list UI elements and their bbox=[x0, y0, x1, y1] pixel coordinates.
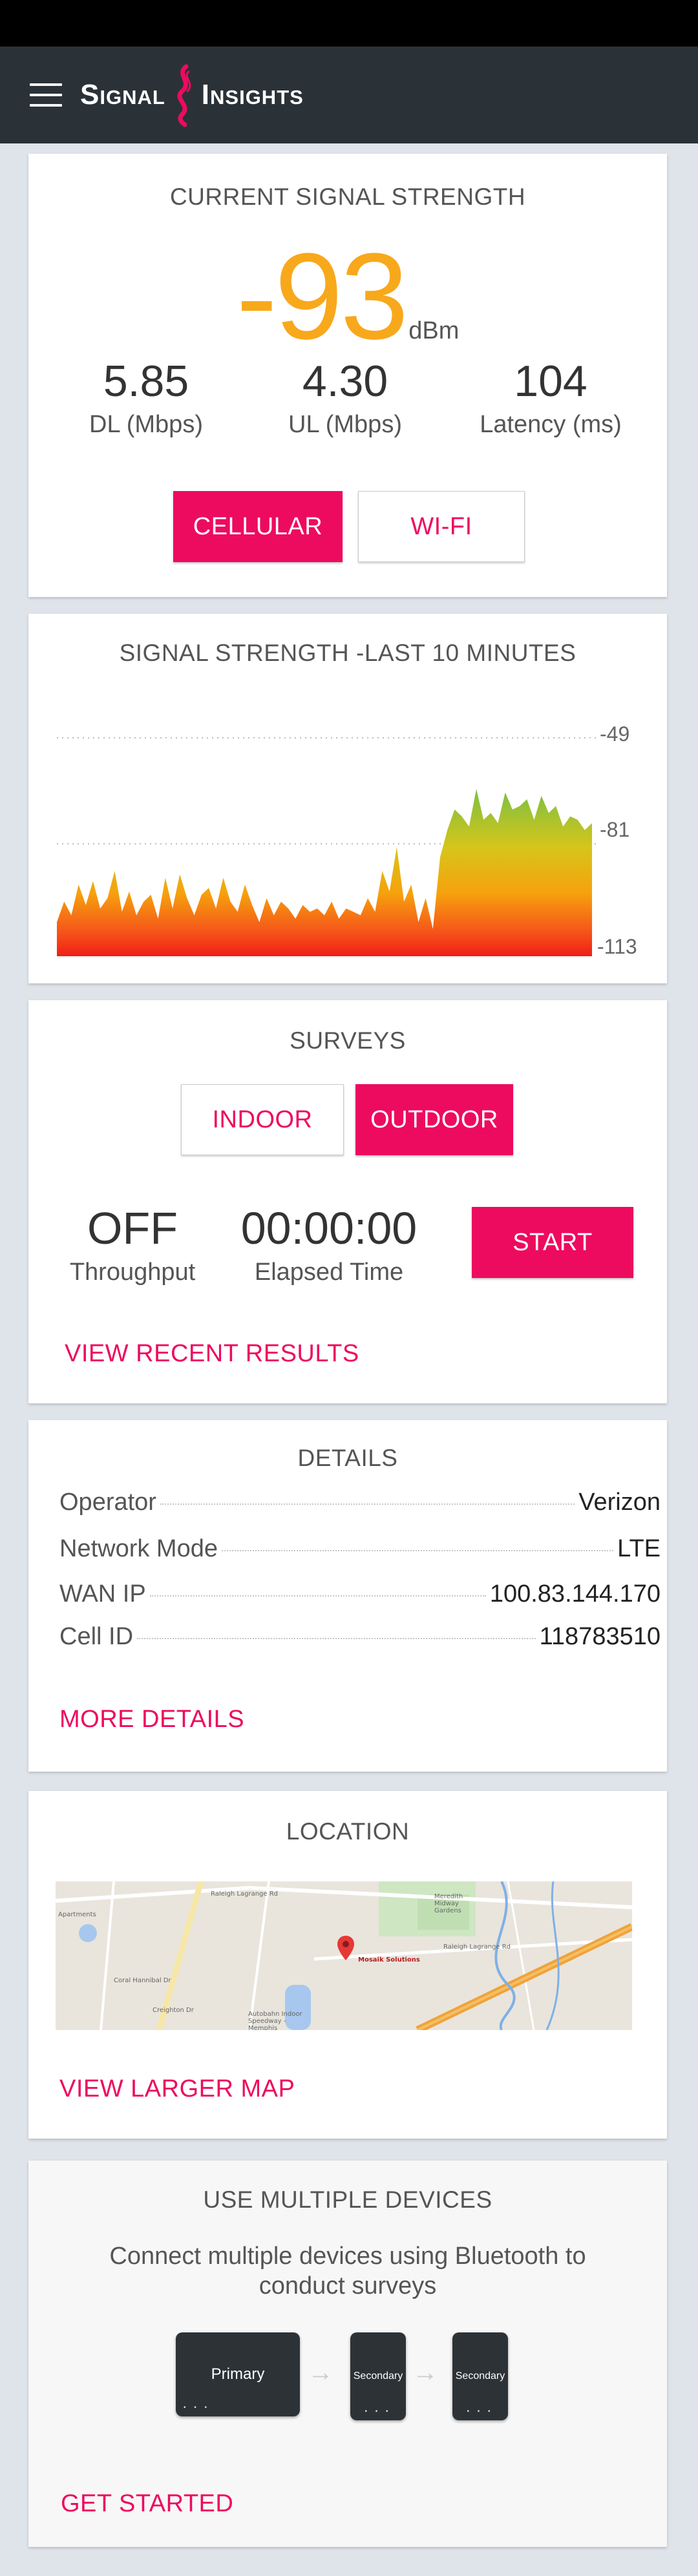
arrow-right-icon: → bbox=[412, 2358, 438, 2387]
signal-reading: -93 dBm bbox=[28, 226, 667, 367]
primary-tablet-icon: Primary • • • bbox=[176, 2332, 300, 2416]
cellular-button[interactable]: CELLULAR bbox=[173, 491, 343, 562]
details-card-title: DETAILS bbox=[297, 1445, 398, 1471]
detail-value: 118783510 bbox=[539, 1623, 661, 1650]
primary-device-label: Primary bbox=[211, 2365, 265, 2383]
detail-value: Verizon bbox=[578, 1489, 661, 1516]
latency-metric: 104 Latency (ms) bbox=[454, 359, 648, 439]
signal-value: -93 bbox=[236, 228, 409, 365]
start-survey-button[interactable]: START bbox=[472, 1207, 633, 1278]
throughput-value: OFF bbox=[87, 1203, 178, 1253]
devices-description-line-1: Connect multiple devices using Bluetooth… bbox=[109, 2243, 586, 2270]
wifi-button[interactable]: WI-FI bbox=[358, 491, 525, 562]
signal-unit: dBm bbox=[408, 317, 460, 344]
download-label: DL (Mbps) bbox=[89, 411, 203, 438]
secondary-device-label-1: Secondary bbox=[353, 2371, 403, 2382]
surveys-card: SURVEYS INDOOR OUTDOOR OFF Throughput 00… bbox=[28, 1000, 667, 1403]
detail-value: LTE bbox=[617, 1535, 661, 1562]
location-card-title: LOCATION bbox=[286, 1818, 410, 1845]
upload-label: UL (Mbps) bbox=[288, 411, 402, 438]
upload-value: 4.30 bbox=[302, 357, 388, 406]
detail-value: 100.83.144.170 bbox=[489, 1580, 661, 1607]
download-metric: 5.85 DL (Mbps) bbox=[49, 359, 243, 439]
signal-area-series bbox=[57, 789, 592, 956]
detail-row-wan-ip: WAN IP 100.83.144.170 bbox=[59, 1580, 661, 1608]
view-larger-map-link[interactable]: VIEW LARGER MAP bbox=[59, 2075, 295, 2103]
hamburger-menu-icon[interactable] bbox=[30, 83, 62, 107]
throughput-label: Throughput bbox=[69, 1259, 196, 1286]
signal-card-title: CURRENT SIGNAL STRENGTH bbox=[169, 183, 526, 210]
elapsed-time-value: 00:00:00 bbox=[240, 1203, 418, 1253]
map-label-speedway: Autobahn Indoor Speedway - Memphis bbox=[248, 2011, 302, 2030]
logo-word-signal: Signal bbox=[80, 79, 165, 110]
detail-key: Operator bbox=[59, 1489, 156, 1516]
detail-key: Network Mode bbox=[59, 1535, 218, 1562]
map-pin-icon[interactable] bbox=[337, 1936, 354, 1960]
map-label-place: Mosaik Solutions bbox=[358, 1956, 420, 1963]
map-label-street-2: Creighton Dr bbox=[153, 2007, 194, 2014]
more-details-link[interactable]: MORE DETAILS bbox=[59, 1706, 244, 1733]
multiple-devices-card: USE MULTIPLE DEVICES Connect multiple de… bbox=[28, 2161, 667, 2547]
location-map[interactable]: Mosaik Solutions Meredith Midway Gardens… bbox=[56, 1881, 632, 2030]
elapsed-time-stat: 00:00:00 Elapsed Time bbox=[226, 1206, 432, 1286]
detail-row-operator: Operator Verizon bbox=[59, 1489, 661, 1516]
detail-row-network-mode: Network Mode LTE bbox=[59, 1535, 661, 1563]
get-started-link[interactable]: GET STARTED bbox=[61, 2490, 233, 2518]
latency-value: 104 bbox=[514, 357, 587, 406]
map-label-street-1: Coral Hannibal Dr bbox=[114, 1977, 171, 1984]
view-recent-results-link[interactable]: VIEW RECENT RESULTS bbox=[65, 1340, 359, 1368]
map-label-road-2: Raleigh Lagrange Rd bbox=[443, 1943, 511, 1951]
detail-key: WAN IP bbox=[59, 1580, 146, 1607]
secondary-device-label-2: Secondary bbox=[455, 2371, 505, 2382]
status-bar bbox=[0, 0, 698, 47]
signal-history-card: SIGNAL STRENGTH -LAST 10 MINUTES -49 -81… bbox=[28, 614, 667, 983]
detail-row-cell-id: Cell ID 118783510 bbox=[59, 1623, 661, 1651]
devices-description-line-2: conduct surveys bbox=[259, 2272, 437, 2299]
surveys-card-title: SURVEYS bbox=[290, 1027, 406, 1054]
map-label-park: Meredith Midway Gardens bbox=[434, 1893, 463, 1914]
signal-strength-card: CURRENT SIGNAL STRENGTH -93 dBm 5.85 DL (… bbox=[28, 154, 667, 597]
detail-key: Cell ID bbox=[59, 1623, 134, 1650]
app-logo: Signal Insights bbox=[80, 63, 304, 127]
indoor-button[interactable]: INDOOR bbox=[181, 1084, 344, 1155]
y-tick-middle: -81 bbox=[600, 818, 629, 841]
download-value: 5.85 bbox=[103, 357, 189, 406]
arrow-right-icon: → bbox=[308, 2358, 333, 2387]
location-card: LOCATION Mosaik Solutions Meredith Midwa… bbox=[28, 1791, 667, 2139]
signal-wave-logo-icon bbox=[177, 64, 191, 127]
y-tick-top: -49 bbox=[600, 722, 629, 746]
logo-word-insights: Insights bbox=[201, 79, 304, 110]
map-label-road-1: Raleigh Lagrange Rd bbox=[211, 1890, 279, 1898]
details-card: DETAILS Operator Verizon Network Mode LTE … bbox=[28, 1420, 667, 1772]
latency-label: Latency (ms) bbox=[480, 411, 622, 438]
y-tick-bottom: -113 bbox=[597, 935, 637, 958]
upload-metric: 4.30 UL (Mbps) bbox=[248, 359, 442, 439]
throughput-stat: OFF Throughput bbox=[58, 1206, 207, 1286]
outdoor-button[interactable]: OUTDOOR bbox=[355, 1084, 513, 1155]
elapsed-time-label: Elapsed Time bbox=[254, 1259, 404, 1286]
secondary-phone-icon: Secondary • • • bbox=[350, 2332, 406, 2420]
signal-history-chart: -49 -81 -113 bbox=[57, 722, 637, 958]
map-label-apartments: Apartments bbox=[58, 1911, 96, 1918]
secondary-phone-icon: Secondary • • • bbox=[452, 2332, 508, 2420]
app-bar: Signal Insights bbox=[0, 47, 698, 143]
devices-card-title: USE MULTIPLE DEVICES bbox=[203, 2186, 492, 2213]
